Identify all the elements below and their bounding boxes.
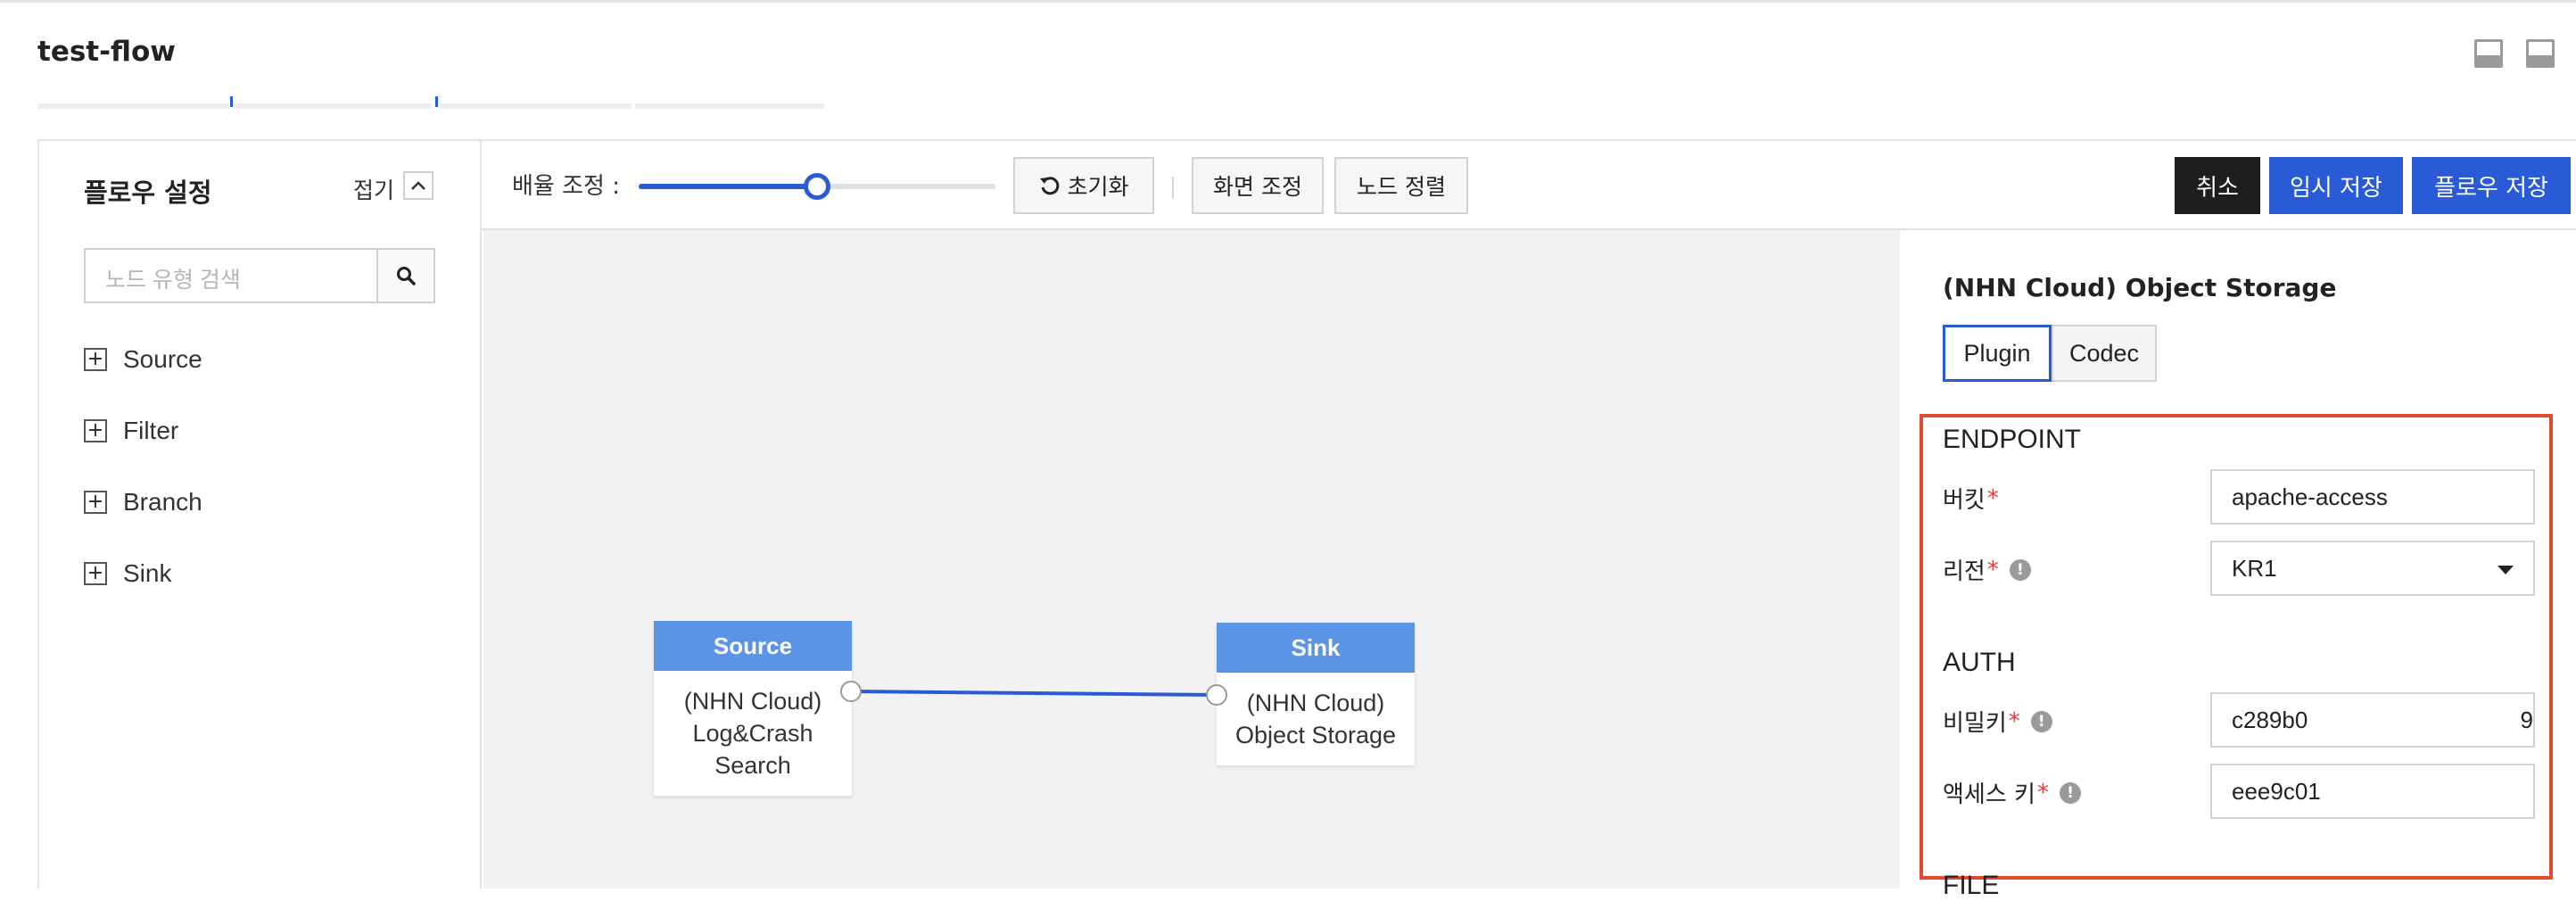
tree-item-branch[interactable]: + Branch	[84, 487, 202, 517]
node-name-line: (NHN Cloud)	[683, 688, 822, 715]
node-name-line: Search	[714, 752, 791, 779]
expand-plus-icon[interactable]: +	[84, 419, 107, 442]
layout-bottom-panel-icon[interactable]	[2474, 39, 2503, 68]
node-detail-panel: (NHN Cloud) Object Storage Plugin Codec …	[1900, 230, 2576, 900]
bucket-input[interactable]: apache-access	[2210, 469, 2535, 525]
required-mark: *	[1986, 556, 1999, 583]
flow-canvas[interactable]: Source (NHN Cloud) Log&Crash Search Sink…	[483, 230, 1900, 889]
search-icon	[397, 267, 416, 285]
tab-strip-marker	[435, 96, 438, 107]
cancel-button[interactable]: 취소	[2175, 157, 2260, 214]
access-key-input[interactable]: eee9c01	[2210, 764, 2535, 819]
node-type-search-input[interactable]: 노드 유형 검색	[84, 248, 378, 303]
bucket-label: 버킷 *	[1943, 482, 1999, 515]
node-name-line: (NHN Cloud)	[1246, 690, 1385, 716]
expand-plus-icon[interactable]: +	[84, 491, 107, 514]
flow-settings-title: 플로우 설정	[84, 178, 212, 208]
tree-item-label: Sink	[123, 559, 172, 587]
region-selected-value: KR1	[2232, 555, 2277, 582]
top-divider	[0, 0, 2576, 4]
node-name: (NHN Cloud) Object Storage	[1217, 673, 1415, 765]
detail-title: (NHN Cloud) Object Storage	[1943, 273, 2337, 302]
access-key-label: 액세스 키 *!	[1943, 776, 2081, 809]
expand-plus-icon[interactable]: +	[84, 562, 107, 585]
fold-label[interactable]: 접기	[353, 173, 394, 205]
region-label-text: 리전	[1943, 558, 1986, 585]
secret-key-value: c289b0	[2232, 707, 2308, 733]
tree-item-source[interactable]: + Source	[84, 344, 202, 375]
page-title: test-flow	[37, 36, 176, 68]
auth-heading: AUTH	[1943, 648, 2016, 677]
secret-key-label: 비밀키 *!	[1943, 705, 2052, 738]
toolbar-divider	[1172, 177, 1174, 198]
bucket-label-text: 버킷	[1943, 487, 1986, 514]
zoom-slider-fill	[639, 184, 817, 189]
collapse-button[interactable]	[403, 171, 433, 200]
expand-plus-icon[interactable]: +	[84, 348, 107, 371]
node-type-label: Sink	[1217, 623, 1415, 673]
info-icon[interactable]: !	[2030, 710, 2052, 732]
sink-input-port[interactable]	[1206, 684, 1227, 706]
secret-key-input[interactable]: c289b0 9	[2210, 692, 2535, 748]
tab-plugin[interactable]: Plugin	[1943, 325, 2052, 382]
tree-item-filter[interactable]: + Filter	[84, 416, 178, 446]
tab-strip-segment[interactable]	[439, 103, 632, 109]
search-button[interactable]	[376, 248, 435, 303]
layout-split-panel-icon[interactable]	[2526, 39, 2555, 68]
reset-icon	[1040, 177, 1060, 195]
source-output-port[interactable]	[840, 681, 862, 702]
tree-item-label: Source	[123, 345, 202, 373]
info-icon[interactable]: !	[2009, 558, 2031, 581]
required-mark: *	[2008, 707, 2020, 735]
region-select[interactable]: KR1	[2210, 541, 2535, 596]
flow-settings-panel: 플로우 설정 접기 노드 유형 검색 + Source + Filter + B…	[37, 139, 482, 889]
sink-node[interactable]: Sink (NHN Cloud) Object Storage	[1217, 623, 1415, 765]
tree-item-sink[interactable]: + Sink	[84, 558, 171, 589]
tab-strip-marker	[230, 96, 233, 107]
node-name: (NHN Cloud) Log&Crash Search	[654, 671, 852, 796]
fit-screen-button[interactable]: 화면 조정	[1192, 157, 1324, 214]
region-label: 리전 *!	[1943, 553, 2031, 586]
file-heading: FILE	[1943, 871, 2000, 900]
align-nodes-button[interactable]: 노드 정렬	[1334, 157, 1468, 214]
secret-key-overflow-text: 9	[2520, 707, 2533, 733]
chevron-up-icon	[411, 181, 425, 190]
tree-item-label: Branch	[123, 488, 202, 516]
reset-button[interactable]: 초기화	[1013, 157, 1154, 214]
source-node[interactable]: Source (NHN Cloud) Log&Crash Search	[654, 621, 852, 796]
save-flow-button[interactable]: 플로우 저장	[2412, 157, 2571, 214]
tab-strip-segment[interactable]	[234, 103, 432, 109]
temp-save-button[interactable]: 임시 저장	[2269, 157, 2403, 214]
dropdown-caret-icon	[2498, 566, 2514, 574]
tree-item-label: Filter	[123, 417, 179, 444]
tab-codec[interactable]: Codec	[2052, 325, 2157, 382]
zoom-slider-handle[interactable]	[804, 173, 830, 200]
secret-key-label-text: 비밀키	[1943, 710, 2007, 737]
tab-strip-segment[interactable]	[37, 103, 230, 109]
editor-toolbar: 배율 조정 : 초기화 화면 조정 노드 정렬 취소 임시 저장 플로우 저장	[482, 139, 2576, 230]
required-mark: *	[1986, 484, 1999, 512]
reset-label: 초기화	[1067, 174, 1129, 200]
zoom-slider[interactable]	[639, 173, 995, 200]
node-name-line: Object Storage	[1234, 722, 1397, 748]
info-icon[interactable]: !	[2059, 781, 2081, 804]
zoom-label: 배율 조정 :	[512, 173, 620, 200]
node-type-label: Source	[654, 621, 852, 671]
node-name-line: Log&Crash	[692, 720, 813, 747]
access-key-label-text: 액세스 키	[1943, 781, 2035, 808]
endpoint-heading: ENDPOINT	[1943, 425, 2082, 454]
required-mark: *	[2036, 779, 2049, 806]
tab-strip-segment[interactable]	[635, 103, 824, 109]
